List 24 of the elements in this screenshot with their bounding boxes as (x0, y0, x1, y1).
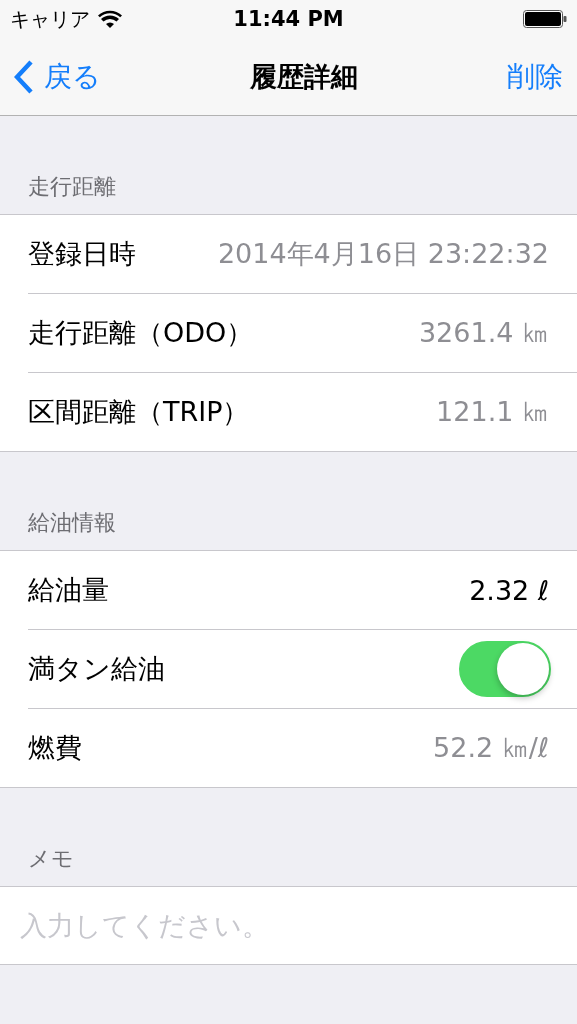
row-value: 3261.4 ㎞ (418, 316, 549, 350)
toggle-switch[interactable] (459, 641, 551, 697)
row-label: 燃費 (28, 731, 82, 765)
row-value: 52.2 ㎞/ℓ (433, 731, 549, 765)
nav-title: 履歴詳細 (250, 59, 358, 94)
row-label: 満タン給油 (28, 652, 165, 686)
wifi-icon (98, 10, 122, 28)
section-header: 給油情報 (27, 509, 117, 537)
row-label: 登録日時 (28, 237, 136, 271)
carrier-name: キャリア (10, 5, 90, 33)
section-header: 走行距離 (27, 173, 117, 201)
row-label: 走行距離（ODO） (28, 316, 254, 350)
clock-time: 11:44 PM (233, 7, 344, 31)
row-value[interactable]: 2.32 ℓ (469, 574, 549, 606)
back-button[interactable]: 戻る (14, 57, 101, 96)
delete-button[interactable]: 削除 (507, 57, 563, 96)
row-label: 区間距離（TRIP） (28, 395, 250, 429)
memo-field[interactable]: 入力してください。 (0, 886, 577, 965)
row-value: 2014年4月16日 23:22:32 (217, 237, 549, 271)
row-value: 121.1 ㎞ (436, 395, 549, 429)
chevron-left-icon (14, 59, 34, 94)
row-label: 給油量 (28, 573, 109, 607)
battery-icon (523, 10, 567, 28)
section-header: メモ (27, 845, 75, 873)
